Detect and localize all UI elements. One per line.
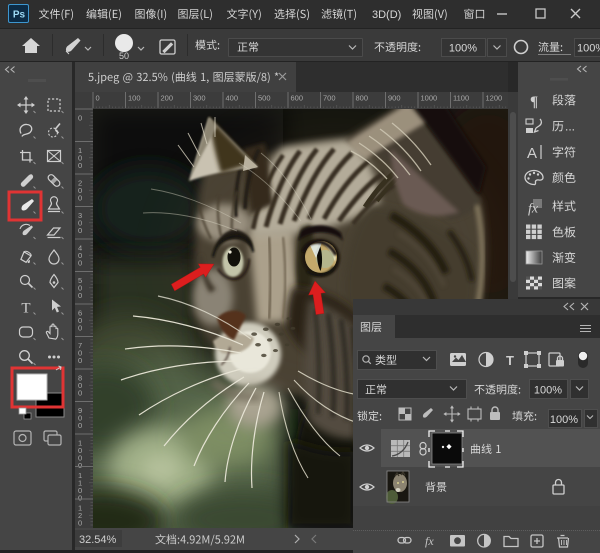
svg-text:fx: fx bbox=[425, 534, 434, 548]
svg-text:100%: 100% bbox=[534, 385, 562, 397]
svg-text:0: 0 bbox=[78, 461, 82, 470]
svg-text:400: 400 bbox=[226, 94, 239, 103]
svg-text:...: ... bbox=[565, 120, 575, 134]
svg-text:3D(D): 3D(D) bbox=[372, 9, 401, 21]
svg-text:32.54%: 32.54% bbox=[79, 534, 117, 546]
svg-text:0: 0 bbox=[78, 494, 82, 503]
svg-text:600: 600 bbox=[291, 94, 304, 103]
svg-text:800: 800 bbox=[356, 94, 369, 103]
svg-text:200: 200 bbox=[161, 94, 174, 103]
svg-text:100%: 100% bbox=[550, 414, 578, 426]
svg-text:0: 0 bbox=[78, 519, 82, 528]
svg-text:100%: 100% bbox=[577, 43, 600, 55]
svg-text:500: 500 bbox=[258, 94, 271, 103]
svg-text:0: 0 bbox=[78, 259, 82, 268]
svg-text:T: T bbox=[506, 353, 514, 368]
svg-text:50: 50 bbox=[119, 51, 129, 61]
svg-text:fx: fx bbox=[528, 202, 539, 217]
svg-text:0: 0 bbox=[78, 291, 82, 300]
svg-text:100%: 100% bbox=[449, 43, 477, 55]
svg-text:0: 0 bbox=[78, 161, 82, 170]
svg-text:0: 0 bbox=[78, 324, 82, 333]
svg-text:0: 0 bbox=[78, 421, 82, 430]
svg-text:0: 0 bbox=[78, 114, 82, 123]
svg-text:0: 0 bbox=[78, 356, 82, 365]
svg-text:T: T bbox=[21, 301, 30, 317]
svg-text:0: 0 bbox=[96, 94, 100, 103]
svg-text:A: A bbox=[527, 145, 537, 162]
svg-text:¶: ¶ bbox=[530, 94, 538, 110]
svg-text:0: 0 bbox=[78, 226, 82, 235]
svg-text:300: 300 bbox=[193, 94, 206, 103]
svg-text:0: 0 bbox=[78, 389, 82, 398]
svg-text:0: 0 bbox=[78, 194, 82, 203]
svg-text:100: 100 bbox=[128, 94, 141, 103]
svg-text:1000: 1000 bbox=[421, 94, 438, 103]
svg-text:1200: 1200 bbox=[486, 94, 503, 103]
svg-text:Ps: Ps bbox=[13, 10, 26, 21]
svg-text:1100: 1100 bbox=[453, 94, 469, 103]
svg-text:700: 700 bbox=[323, 94, 336, 103]
svg-text:900: 900 bbox=[388, 94, 401, 103]
